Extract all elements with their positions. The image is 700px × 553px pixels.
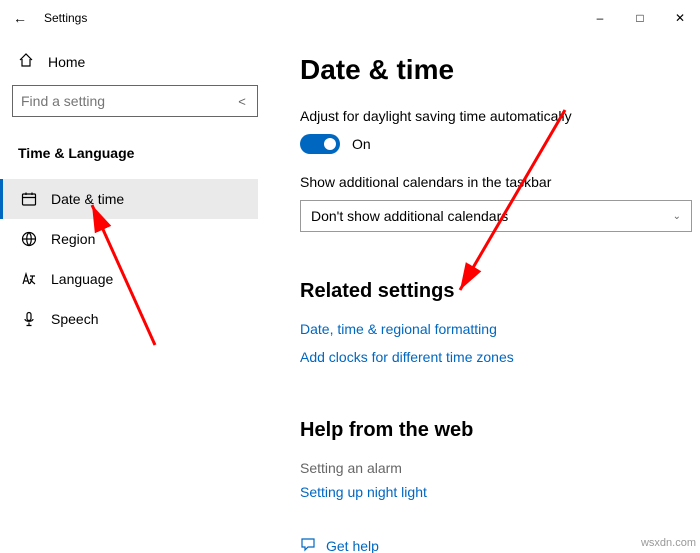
titlebar: ← Settings – □ ✕ <box>0 0 700 36</box>
chat-icon <box>300 536 316 553</box>
sidebar-item-date-time[interactable]: Date & time <box>0 179 258 219</box>
clock-icon <box>21 191 37 207</box>
calendar-dropdown-value: Don't show additional calendars <box>311 208 508 224</box>
sidebar-item-label: Date & time <box>51 191 124 207</box>
back-button[interactable]: ← <box>0 0 40 36</box>
help-from-web-heading: Help from the web <box>300 419 700 442</box>
help-muted-text: Setting an alarm <box>300 454 700 478</box>
sidebar-item-speech[interactable]: Speech <box>0 299 258 339</box>
chevron-down-icon: ⌄ <box>673 211 681 222</box>
window-title: Settings <box>40 11 87 25</box>
calendar-dropdown[interactable]: Don't show additional calendars ⌄ <box>300 200 692 232</box>
dst-label: Adjust for daylight saving time automati… <box>300 108 700 124</box>
sidebar-item-label: Language <box>51 271 113 287</box>
minimize-button[interactable]: – <box>580 0 620 36</box>
sidebar-item-region[interactable]: Region <box>0 219 258 259</box>
search-icon: ˂ <box>227 94 257 109</box>
close-icon: ✕ <box>675 11 685 25</box>
link-get-help[interactable]: Get help <box>326 538 379 553</box>
close-button[interactable]: ✕ <box>660 0 700 36</box>
search-input[interactable] <box>13 86 227 116</box>
link-add-clocks[interactable]: Add clocks for different time zones <box>300 343 700 371</box>
search-box[interactable]: ˂ <box>12 85 258 117</box>
arrow-left-icon: ← <box>13 10 27 26</box>
sidebar: Home ˂ Time & Language Date & time Regio… <box>0 36 270 553</box>
related-settings-heading: Related settings <box>300 280 700 303</box>
minimize-icon: – <box>597 11 604 25</box>
calendar-label: Show additional calendars in the taskbar <box>300 174 700 190</box>
window-controls: – □ ✕ <box>580 0 700 36</box>
sidebar-category: Time & Language <box>12 137 258 179</box>
home-icon <box>18 52 34 71</box>
microphone-icon <box>21 311 37 327</box>
link-date-time-regional-formatting[interactable]: Date, time & regional formatting <box>300 315 700 343</box>
sidebar-item-label: Speech <box>51 311 98 327</box>
toggle-knob <box>324 138 336 150</box>
main-panel: Date & time Adjust for daylight saving t… <box>270 36 700 553</box>
link-night-light[interactable]: Setting up night light <box>300 478 700 506</box>
maximize-button[interactable]: □ <box>620 0 660 36</box>
watermark: wsxdn.com <box>641 537 696 549</box>
sidebar-item-label: Region <box>51 231 95 247</box>
sidebar-item-language[interactable]: Language <box>0 259 258 299</box>
globe-icon <box>21 231 37 247</box>
maximize-icon: □ <box>636 11 643 25</box>
page-title: Date & time <box>300 54 700 86</box>
sidebar-home[interactable]: Home <box>12 44 258 85</box>
sidebar-home-label: Home <box>48 54 85 70</box>
language-icon <box>21 271 37 287</box>
dst-toggle-state: On <box>352 136 371 152</box>
dst-toggle[interactable] <box>300 134 340 154</box>
